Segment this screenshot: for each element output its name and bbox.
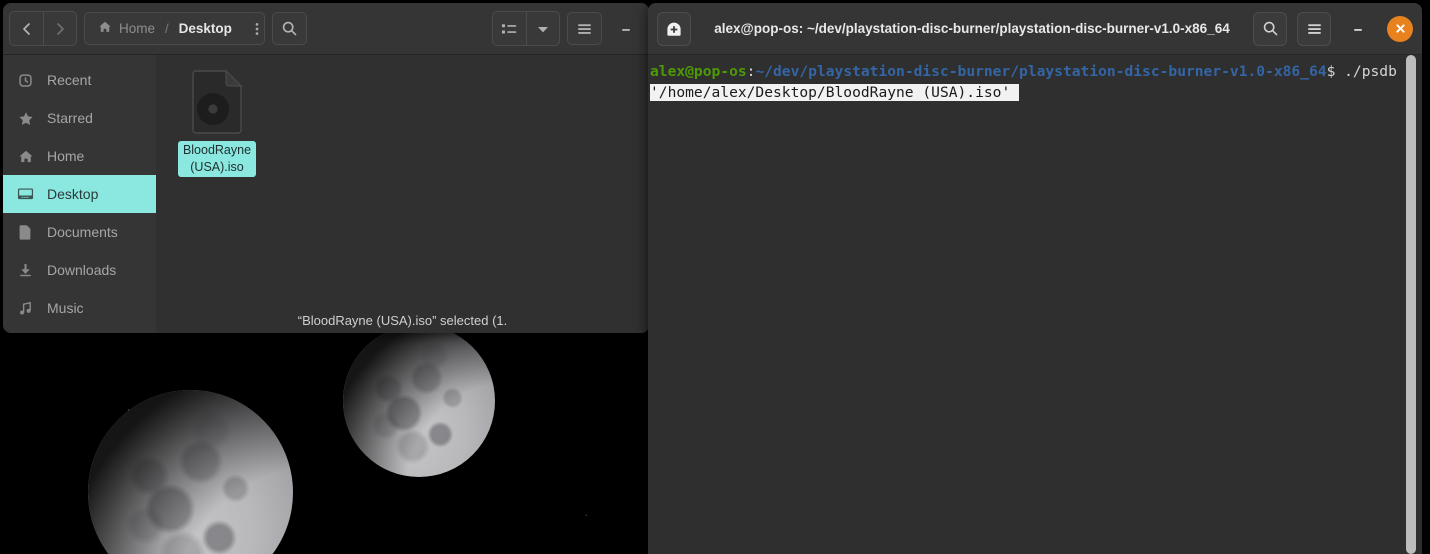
file-grid: BloodRayne (USA).iso — [156, 55, 649, 333]
minimize-button[interactable] — [609, 12, 643, 45]
sidebar-item-documents[interactable]: Documents — [3, 213, 156, 251]
breadcrumb-home[interactable]: Home — [89, 14, 164, 43]
terminal-scrollbar[interactable] — [1406, 55, 1416, 554]
sidebar-item-label: Desktop — [47, 186, 99, 202]
status-bar: “BloodRayne (USA).iso” selected (1. — [156, 307, 649, 333]
sidebar-item-desktop[interactable]: Desktop — [3, 175, 156, 213]
sidebar-item-label: Music — [47, 300, 84, 316]
sidebar-item-recent[interactable]: Recent — [3, 61, 156, 99]
desktop: Home / Desktop Recent Starred Home Deskt… — [0, 0, 1430, 554]
sidebar-item-label: Documents — [47, 224, 118, 240]
view-options-button[interactable] — [493, 12, 526, 45]
sidebar-item-label: Starred — [47, 110, 93, 126]
moon-small — [343, 325, 495, 477]
sidebar-item-label: Recent — [47, 72, 92, 88]
moon-small-shadow — [343, 325, 495, 477]
moon-large-shadow — [88, 390, 293, 554]
home-icon — [17, 149, 34, 164]
sidebar-item-label: Home — [47, 148, 85, 164]
home-icon — [98, 20, 112, 37]
iso-disc-file-icon — [189, 69, 245, 135]
file-item-label: BloodRayne (USA).iso — [177, 141, 257, 177]
document-icon — [17, 224, 34, 240]
main-menu-button[interactable] — [567, 12, 602, 45]
terminal-argument-highlighted: '/home/alex/Desktop/BloodRayne (USA).iso… — [650, 84, 1020, 101]
terminal-scrollbar-thumb[interactable] — [1406, 55, 1416, 554]
terminal-search-button[interactable] — [1253, 11, 1287, 46]
file-manager-body: Recent Starred Home Desktop Documents Do… — [3, 55, 649, 333]
terminal-headerbar: alex@pop-os: ~/dev/playstation-disc-burn… — [648, 3, 1422, 55]
nav-button-group — [9, 11, 77, 46]
new-tab-icon[interactable] — [657, 11, 691, 46]
star-icon — [17, 111, 34, 126]
file-item-bloodrayne-iso[interactable]: BloodRayne (USA).iso — [174, 69, 260, 177]
sidebar: Recent Starred Home Desktop Documents Do… — [3, 55, 156, 333]
clock-icon — [17, 73, 34, 88]
search-button[interactable] — [272, 12, 307, 45]
prompt-path: ~/dev/playstation-disc-burner/playstatio… — [755, 63, 1327, 80]
terminal-title: alex@pop-os: ~/dev/playstation-disc-burn… — [714, 21, 1230, 36]
terminal-screen[interactable]: alex@pop-os:~/dev/playstation-disc-burne… — [648, 55, 1422, 554]
back-button[interactable] — [10, 12, 43, 45]
sidebar-item-home[interactable]: Home — [3, 137, 156, 175]
terminal-close-button[interactable] — [1387, 15, 1413, 42]
breadcrumb-home-label: Home — [119, 21, 156, 36]
sidebar-item-starred[interactable]: Starred — [3, 99, 156, 137]
terminal-output: alex@pop-os:~/dev/playstation-disc-burne… — [650, 61, 1422, 103]
sidebar-item-music[interactable]: Music — [3, 289, 156, 327]
breadcrumb-current[interactable]: Desktop — [170, 14, 241, 43]
view-button-group — [492, 11, 560, 46]
download-icon — [17, 262, 34, 278]
status-bar-text: “BloodRayne (USA).iso” selected (1. — [297, 312, 508, 328]
terminal-menu-button[interactable] — [1297, 11, 1331, 46]
file-manager-headerbar: Home / Desktop — [3, 3, 649, 55]
terminal-window: alex@pop-os: ~/dev/playstation-disc-burn… — [648, 3, 1422, 554]
prompt-user-host: alex@pop-os — [650, 63, 747, 80]
options-menu-button[interactable] — [241, 13, 264, 44]
file-manager-window: Home / Desktop Recent Starred Home Deskt… — [3, 3, 649, 333]
forward-button[interactable] — [43, 12, 76, 45]
prompt-sigil: $ — [1326, 63, 1345, 80]
moon-large — [88, 390, 293, 554]
breadcrumb-current-label: Desktop — [178, 21, 232, 36]
sidebar-item-downloads[interactable]: Downloads — [3, 251, 156, 289]
desktop-icon — [17, 187, 34, 201]
sidebar-item-label: Downloads — [47, 262, 117, 278]
music-note-icon — [17, 301, 34, 316]
terminal-command: ./psdb — [1344, 63, 1406, 80]
breadcrumb: Home / Desktop — [84, 12, 265, 45]
view-dropdown-button[interactable] — [526, 12, 559, 45]
terminal-minimize-button[interactable] — [1341, 12, 1375, 46]
